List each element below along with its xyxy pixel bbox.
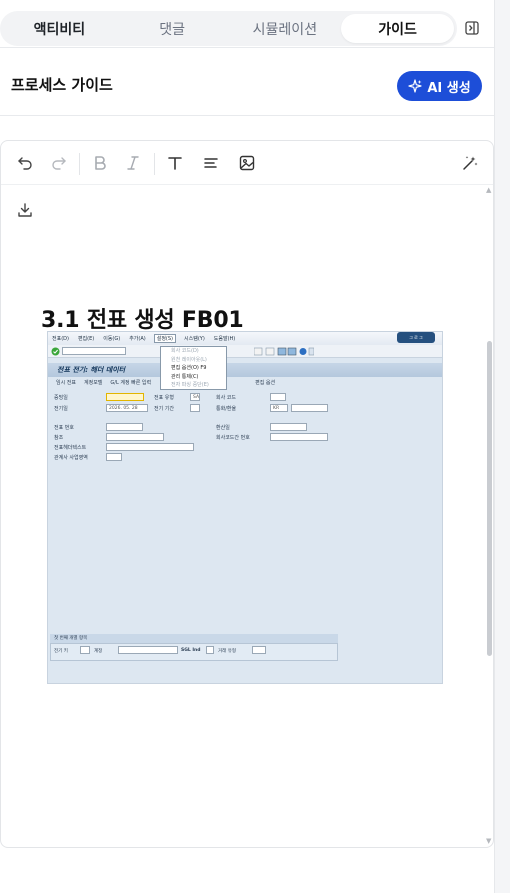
sap-label: 전표헤더텍스트 [54,445,87,451]
sap-doc-type-field: SA [190,393,200,401]
sap-intercompany-field [270,433,328,441]
right-gutter [494,0,510,893]
sap-command-field [62,347,126,355]
document-heading: 3.1 전표 생성 FB01 [41,302,244,334]
divider [0,47,494,48]
panel-footer [0,848,494,893]
sap-label: 전표 번호 [54,425,74,431]
sap-menu-item: 도움말(H) [213,336,236,342]
align-icon[interactable] [201,153,221,173]
undo-icon[interactable] [15,153,35,173]
rich-text-editor[interactable]: 3.1 전표 생성 FB01 전표(D) 편집(E) 이동(G) 추가(A) 설… [0,140,494,848]
italic-icon[interactable] [123,153,143,173]
sap-toolbar-icons [254,347,314,356]
sap-menu-item: 편집(E) [77,336,95,342]
sap-currency-field: KR [270,404,288,412]
sap-menu-item: 설정(S) [153,334,177,343]
sap-app-button: G/L 계정 빠른 입력 [110,380,152,386]
sap-sgl-field [206,646,214,654]
sap-label: SGL Ind [181,648,201,653]
sap-doc-date-field [106,393,144,401]
sap-label: 통화/환율 [216,406,237,412]
sap-posting-key-field [80,646,90,654]
scroll-up-arrow[interactable]: ▲ [486,186,491,194]
sap-line-item-header: 첫 번째 개별 항목 [50,634,338,643]
sap-label: 관계사 사업영역 [54,455,88,461]
sap-label: 전기 키 [54,649,68,654]
sparkle-icon [408,79,422,93]
toolbar-separator [79,153,80,175]
scroll-down-arrow[interactable]: ▼ [486,837,491,845]
sap-menu-item: 시스템(Y) [184,336,205,342]
collapse-panel-icon[interactable] [463,19,481,37]
tab-simulation[interactable]: 시뮬레이션 [229,14,342,43]
sap-menu-item: 추가(A) [129,336,146,342]
sap-logo-badge: 그 로 그 [397,332,435,343]
sap-label: 전표 유형 [154,395,174,401]
sap-company-code-field [270,393,286,401]
scrollbar-thumb[interactable] [487,341,492,656]
sap-settings-dropdown: 회사 코드(D) 원천 레이아웃(L) 편집 옵션(O) F9 관리 통제(C)… [160,346,227,390]
sap-dropdown-item: 편집 옵션(O) F9 [171,365,207,371]
sap-label: 증빙일 [54,395,68,401]
text-style-icon[interactable] [165,153,185,173]
ai-generate-label: AI 생성 [427,80,471,96]
sap-app-button: 임시 전표 [56,380,76,386]
sap-screen-title: 전표 전기: 헤더 데이터 [48,363,442,377]
sap-label: 전기일 [54,406,68,412]
sap-reference-field [106,433,164,441]
tab-bar: 액티비티 댓글 시뮬레이션 가이드 [0,11,457,46]
ai-generate-button[interactable]: AI 생성 [397,71,482,101]
sap-header-text-field [106,443,194,451]
sap-label: 회사 코드 [216,395,236,401]
editor-toolbar [1,141,493,185]
sap-menu-item: 이동(G) [103,336,121,342]
page-title: 프로세스 가이드 [11,76,113,94]
sap-dropdown-item: 원천 레이아웃(L) [171,356,207,363]
sap-label: 환산일 [216,425,230,431]
sap-dropdown-item: 관리 통제(C) [171,373,199,380]
sap-label: 참조 [54,435,64,441]
sap-dropdown-item: 회사 코드(D) [171,348,199,354]
sap-app-button: 계정모델 [84,380,103,386]
toolbar-separator [154,153,155,175]
bold-icon[interactable] [90,153,110,173]
tab-guide[interactable]: 가이드 [341,14,454,43]
sap-check-icon [51,347,60,356]
sap-doc-number-field [106,423,143,431]
divider [0,115,494,116]
sap-rate-field [291,404,328,412]
sap-label: 전기 기간 [154,406,174,412]
tab-activity[interactable]: 액티비티 [3,14,116,43]
image-icon[interactable] [237,153,257,173]
redo-icon[interactable] [49,153,69,173]
sap-label: 회사코드간 번호 [216,435,250,441]
guide-panel: 액티비티 댓글 시뮬레이션 가이드 프로세스 가이드 AI 생성 3.1 전표 … [0,0,494,893]
sap-translation-date-field [270,423,307,431]
sap-account-field [118,646,178,654]
sap-menu-item: 전표(D) [52,336,69,342]
tab-comments[interactable]: 댓글 [116,14,229,43]
sap-screenshot: 전표(D) 편집(E) 이동(G) 추가(A) 설정(S) 시스템(Y) 도움말… [47,331,443,684]
download-icon[interactable] [15,200,35,220]
sap-app-button: 편집 옵션 [255,380,276,386]
sap-posting-date-field: 2026. 05. 28 [106,404,148,412]
sap-app-toolbar: 임시 전표 계정모델 G/L 계정 빠른 입력 편집 옵션 [48,377,442,389]
magic-wand-icon[interactable] [460,153,480,173]
sap-label: 계정 [94,649,103,654]
sap-period-field [190,404,200,412]
sap-dropdown-item: 전자 파싱 중단(E) [171,382,209,388]
sap-label: 거래 유형 [218,649,236,654]
sap-trans-type-field [252,646,266,654]
sap-partner-field [106,453,122,461]
heading-prefix: 3.1 전표 생성 [41,308,182,333]
heading-code: FB01 [181,308,244,333]
sap-menubar: 전표(D) 편집(E) 이동(G) 추가(A) 설정(S) 시스템(Y) 도움말… [48,332,442,345]
